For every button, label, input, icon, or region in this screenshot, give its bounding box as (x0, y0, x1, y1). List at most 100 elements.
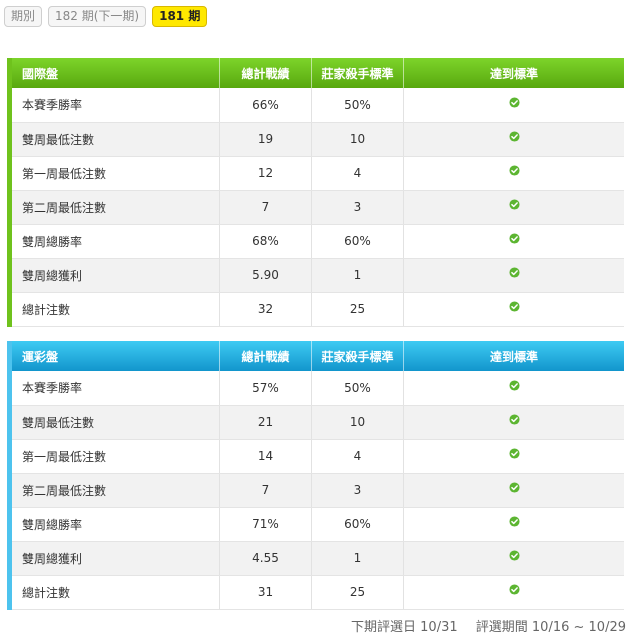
review-footer: 下期評選日 10/31 評選期間 10/16 ~ 10/29 (351, 616, 626, 635)
reached-cell (403, 122, 624, 157)
check-circle-icon (508, 97, 520, 108)
table-row: 雙周總勝率 71% 60% (9, 507, 624, 542)
check-circle-icon (508, 516, 520, 527)
column-header-reached: 達到標準 (403, 58, 624, 88)
check-circle-icon (508, 448, 520, 459)
row-label: 第一周最低注數 (9, 439, 220, 474)
next-review-date: 下期評選日 10/31 (351, 620, 458, 635)
row-label: 雙周總獲利 (9, 541, 220, 576)
table-row: 第二周最低注數 7 3 (9, 190, 624, 225)
row-label: 本賽季勝率 (9, 88, 220, 123)
total-value: 32 (219, 292, 312, 327)
table-row: 本賽季勝率 66% 50% (9, 88, 624, 123)
table-row: 總計注數 31 25 (9, 575, 624, 610)
check-circle-icon (508, 301, 520, 312)
reached-cell (403, 156, 624, 191)
reached-cell (403, 405, 624, 440)
standard-value: 60% (311, 224, 404, 259)
total-value: 7 (219, 190, 312, 225)
standard-value: 4 (311, 439, 404, 474)
total-value: 21 (219, 405, 312, 440)
reached-cell (403, 224, 624, 259)
standard-value: 60% (311, 507, 404, 542)
table-row: 第一周最低注數 14 4 (9, 439, 624, 474)
check-circle-icon (508, 131, 520, 142)
row-label: 總計注數 (9, 292, 220, 327)
check-circle-icon (508, 550, 520, 561)
table-title: 國際盤 (9, 58, 220, 88)
table-row: 雙周最低注數 21 10 (9, 405, 624, 440)
table-header-row: 國際盤 總計戰績 莊家殺手標準 達到標準 (9, 58, 624, 88)
period-label: 期別 (4, 5, 43, 27)
table-row: 第二周最低注數 7 3 (9, 473, 624, 508)
standard-value: 3 (311, 473, 404, 508)
row-label: 第一周最低注數 (9, 156, 220, 191)
table-title: 運彩盤 (9, 341, 220, 371)
reached-cell (403, 575, 624, 610)
reached-cell (403, 439, 624, 474)
check-circle-icon (508, 414, 520, 425)
table-row: 雙周最低注數 19 10 (9, 122, 624, 157)
standard-value: 3 (311, 190, 404, 225)
standard-value: 25 (311, 575, 404, 610)
row-label: 總計注數 (9, 575, 220, 610)
reached-cell (403, 88, 624, 123)
check-circle-icon (508, 267, 520, 278)
table-row: 雙周總勝率 68% 60% (9, 224, 624, 259)
reached-cell (403, 292, 624, 327)
table-row: 本賽季勝率 57% 50% (9, 371, 624, 406)
reached-cell (403, 541, 624, 576)
total-value: 66% (219, 88, 312, 123)
period-selector: 期別 182 期(下一期) 181 期 (4, 5, 208, 27)
table-row: 雙周總獲利 5.90 1 (9, 258, 624, 293)
check-circle-icon (508, 165, 520, 176)
reached-cell (403, 190, 624, 225)
international-stats-table: 國際盤 總計戰績 莊家殺手標準 達到標準 本賽季勝率 66% 50% 雙周最低注數 19… (7, 58, 624, 327)
standard-value: 10 (311, 122, 404, 157)
total-value: 31 (219, 575, 312, 610)
table-row: 總計注數 32 25 (9, 292, 624, 327)
reached-cell (403, 473, 624, 508)
standard-value: 50% (311, 371, 404, 406)
total-value: 57% (219, 371, 312, 406)
column-header-total: 總計戰績 (219, 58, 312, 88)
standard-value: 1 (311, 258, 404, 293)
period-current-button[interactable]: 181 期 (152, 5, 208, 27)
row-label: 第二周最低注數 (9, 190, 220, 225)
reached-cell (403, 507, 624, 542)
table-row: 雙周總獲利 4.55 1 (9, 541, 624, 576)
column-header-standard: 莊家殺手標準 (311, 341, 404, 371)
total-value: 4.55 (219, 541, 312, 576)
standard-value: 25 (311, 292, 404, 327)
standard-value: 1 (311, 541, 404, 576)
check-circle-icon (508, 482, 520, 493)
check-circle-icon (508, 380, 520, 391)
total-value: 5.90 (219, 258, 312, 293)
row-label: 雙周總勝率 (9, 224, 220, 259)
check-circle-icon (508, 199, 520, 210)
row-label: 本賽季勝率 (9, 371, 220, 406)
total-value: 68% (219, 224, 312, 259)
table-row: 第一周最低注數 12 4 (9, 156, 624, 191)
reached-cell (403, 258, 624, 293)
check-circle-icon (508, 233, 520, 244)
total-value: 14 (219, 439, 312, 474)
review-period: 評選期間 10/16 ~ 10/29 (475, 620, 626, 635)
standard-value: 4 (311, 156, 404, 191)
total-value: 12 (219, 156, 312, 191)
row-label: 雙周總獲利 (9, 258, 220, 293)
column-header-standard: 莊家殺手標準 (311, 58, 404, 88)
table-header-row: 運彩盤 總計戰績 莊家殺手標準 達到標準 (9, 341, 624, 371)
total-value: 19 (219, 122, 312, 157)
column-header-total: 總計戰績 (219, 341, 312, 371)
check-circle-icon (508, 584, 520, 595)
column-header-reached: 達到標準 (403, 341, 624, 371)
sports-lottery-stats-table: 運彩盤 總計戰績 莊家殺手標準 達到標準 本賽季勝率 57% 50% 雙周最低注數 21… (7, 341, 624, 610)
total-value: 71% (219, 507, 312, 542)
standard-value: 10 (311, 405, 404, 440)
row-label: 雙周最低注數 (9, 405, 220, 440)
total-value: 7 (219, 473, 312, 508)
period-next-button[interactable]: 182 期(下一期) (48, 5, 147, 27)
standard-value: 50% (311, 88, 404, 123)
row-label: 第二周最低注數 (9, 473, 220, 508)
